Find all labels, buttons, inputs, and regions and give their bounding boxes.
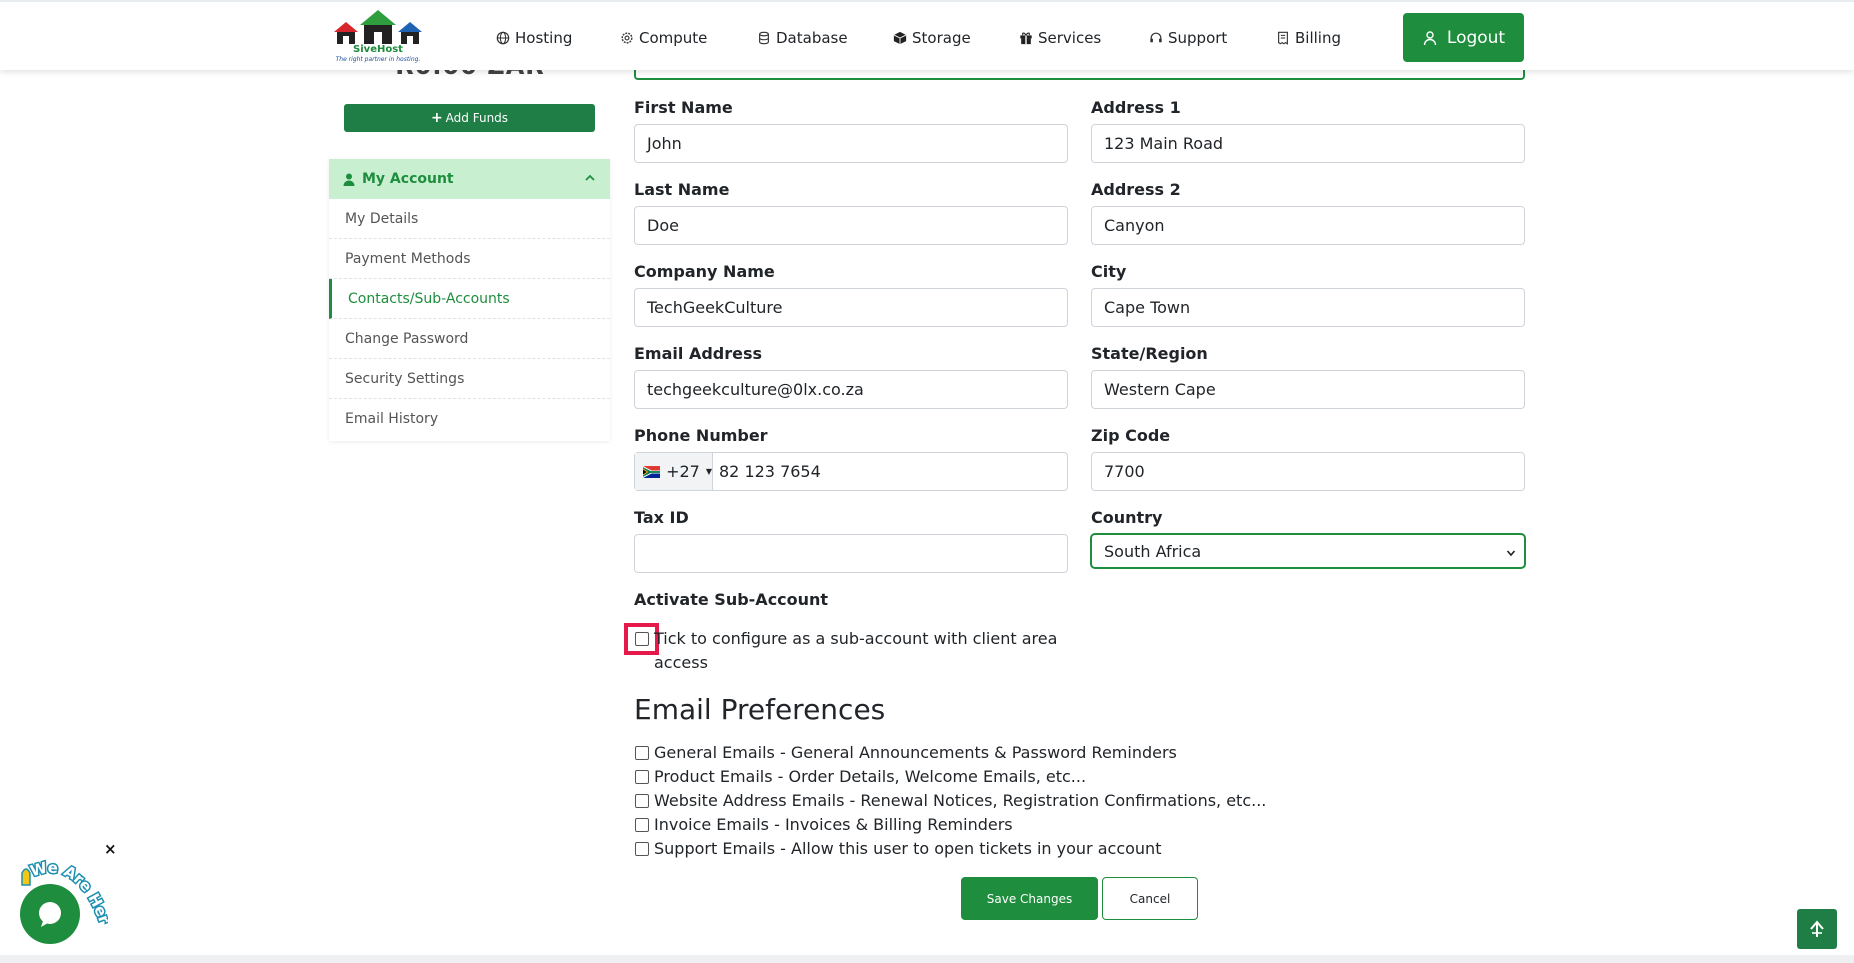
chevron-up-icon[interactable]	[584, 172, 596, 184]
top-navbar: SiveHost The right partner in hosting. H…	[0, 0, 1854, 70]
nav-services[interactable]: Services	[1019, 26, 1101, 50]
product-emails-checkbox[interactable]	[635, 770, 649, 784]
sidebar-item-change-password[interactable]: Change Password	[329, 319, 610, 359]
add-funds-label: Add Funds	[445, 111, 509, 125]
globe-icon	[496, 31, 510, 45]
nav-billing-label: Billing	[1295, 29, 1341, 47]
chevron-down-icon	[1506, 550, 1516, 557]
last-name-label: Last Name	[634, 180, 730, 199]
database-icon	[759, 31, 769, 45]
box-icon	[893, 31, 907, 45]
address2-label: Address 2	[1091, 180, 1181, 199]
nav-services-label: Services	[1038, 29, 1102, 47]
plus-icon: +	[430, 110, 443, 126]
brand-name: SiveHost	[353, 44, 403, 55]
receipt-icon	[1278, 31, 1288, 45]
country-label: Country	[1091, 508, 1163, 527]
my-account-header[interactable]: My Account	[329, 159, 610, 199]
city-field[interactable]: Cape Town	[1091, 288, 1525, 327]
sidebar-item-email-history[interactable]: Email History	[329, 399, 610, 439]
save-changes-button[interactable]: Save Changes	[961, 877, 1098, 920]
company-name-field[interactable]: TechGeekCulture	[634, 288, 1068, 327]
city-label: City	[1091, 262, 1127, 281]
add-funds-button[interactable]: + Add Funds	[344, 104, 595, 132]
nav-hosting[interactable]: Hosting	[496, 26, 572, 50]
state-region-field[interactable]: Western Cape	[1091, 370, 1525, 409]
state-region-label: State/Region	[1091, 344, 1208, 363]
logout-label: Logout	[1446, 27, 1506, 48]
nav-storage-label: Storage	[912, 29, 971, 47]
caret-down-icon: ▼	[705, 467, 712, 476]
headset-icon	[1150, 32, 1162, 43]
email-field[interactable]: techgeekculture@0lx.co.za	[634, 370, 1068, 409]
country-code: +27	[666, 462, 700, 481]
general-emails-checkbox[interactable]	[635, 746, 649, 760]
website-address-emails-checkbox[interactable]	[635, 794, 649, 808]
company-name-label: Company Name	[634, 262, 775, 281]
houses-logo-icon	[334, 10, 422, 44]
last-name-field[interactable]: Doe	[634, 206, 1068, 245]
phone-number-label: Phone Number	[634, 426, 768, 445]
tax-id-label: Tax ID	[634, 508, 689, 527]
chat-launcher-button[interactable]	[20, 884, 80, 944]
zip-code-field[interactable]: 7700	[1091, 452, 1525, 491]
address1-label: Address 1	[1091, 98, 1181, 117]
nav-support-label: Support	[1168, 29, 1228, 47]
nav-compute-label: Compute	[639, 29, 708, 47]
cancel-button[interactable]: Cancel	[1102, 877, 1198, 920]
brand-tagline: The right partner in hosting.	[335, 56, 421, 63]
support-emails-label: Support Emails - Allow this user to open…	[654, 839, 1162, 858]
address2-field[interactable]: Canyon	[1091, 206, 1525, 245]
sidebar-item-my-details[interactable]: My Details	[329, 199, 610, 239]
nav-hosting-label: Hosting	[515, 29, 573, 47]
my-account-title: My Account	[362, 171, 454, 187]
sidebar-item-payment-methods[interactable]: Payment Methods	[329, 239, 610, 279]
nav-storage[interactable]: Storage	[893, 26, 971, 50]
tax-id-field[interactable]	[634, 534, 1068, 573]
first-name-label: First Name	[634, 98, 733, 117]
person-icon	[343, 173, 355, 186]
nav-database-label: Database	[776, 29, 848, 47]
nav-compute[interactable]: Compute	[620, 26, 707, 50]
phone-value: 82 123 7654	[719, 462, 821, 481]
email-preferences-title: Email Preferences	[634, 693, 886, 726]
invoice-emails-checkbox[interactable]	[635, 818, 649, 832]
sidebar-item-security-settings[interactable]: Security Settings	[329, 359, 610, 399]
country-select[interactable]: South Africa	[1091, 534, 1525, 568]
invoice-emails-label: Invoice Emails - Invoices & Billing Remi…	[654, 815, 1013, 834]
nav-billing[interactable]: Billing	[1276, 26, 1341, 50]
chat-icon	[39, 902, 61, 927]
website-address-emails-label: Website Address Emails - Renewal Notices…	[654, 791, 1267, 810]
general-emails-label: General Emails - General Announcements &…	[654, 743, 1177, 762]
gift-icon	[1020, 32, 1032, 45]
country-code-selector[interactable]: +27 ▼	[635, 453, 713, 490]
nav-support[interactable]: Support	[1149, 26, 1227, 50]
logout-button[interactable]: Logout	[1403, 13, 1524, 62]
email-address-label: Email Address	[634, 344, 763, 363]
country-value: South Africa	[1104, 541, 1202, 561]
my-account-panel: My Account My Details Payment Methods Co…	[329, 159, 610, 441]
support-emails-checkbox[interactable]	[635, 842, 649, 856]
sub-account-label-line2: access	[654, 653, 708, 672]
first-name-field[interactable]: John	[634, 124, 1068, 163]
product-emails-label: Product Emails - Order Details, Welcome …	[654, 767, 1087, 786]
gear-icon	[621, 32, 633, 44]
sivehost-logo[interactable]: SiveHost The right partner in hosting.	[332, 10, 424, 64]
footer-strip	[0, 955, 1854, 963]
nav-database[interactable]: Database	[757, 26, 848, 50]
phone-field[interactable]: +27 ▼ 82 123 7654	[634, 452, 1068, 491]
south-africa-flag-icon	[643, 465, 661, 478]
zip-code-label: Zip Code	[1091, 426, 1171, 445]
sidebar-item-contacts-sub-accounts[interactable]: Contacts/Sub-Accounts	[329, 279, 610, 319]
sub-account-checkbox[interactable]	[635, 632, 649, 646]
address1-field[interactable]: 123 Main Road	[1091, 124, 1525, 163]
activate-sub-account-heading: Activate Sub-Account	[634, 590, 829, 609]
sub-account-label-line1: Tick to configure as a sub-account with …	[654, 629, 1058, 648]
scroll-to-top-button[interactable]	[1797, 909, 1837, 949]
user-icon	[1423, 30, 1437, 45]
arrow-up-icon	[1810, 920, 1824, 937]
